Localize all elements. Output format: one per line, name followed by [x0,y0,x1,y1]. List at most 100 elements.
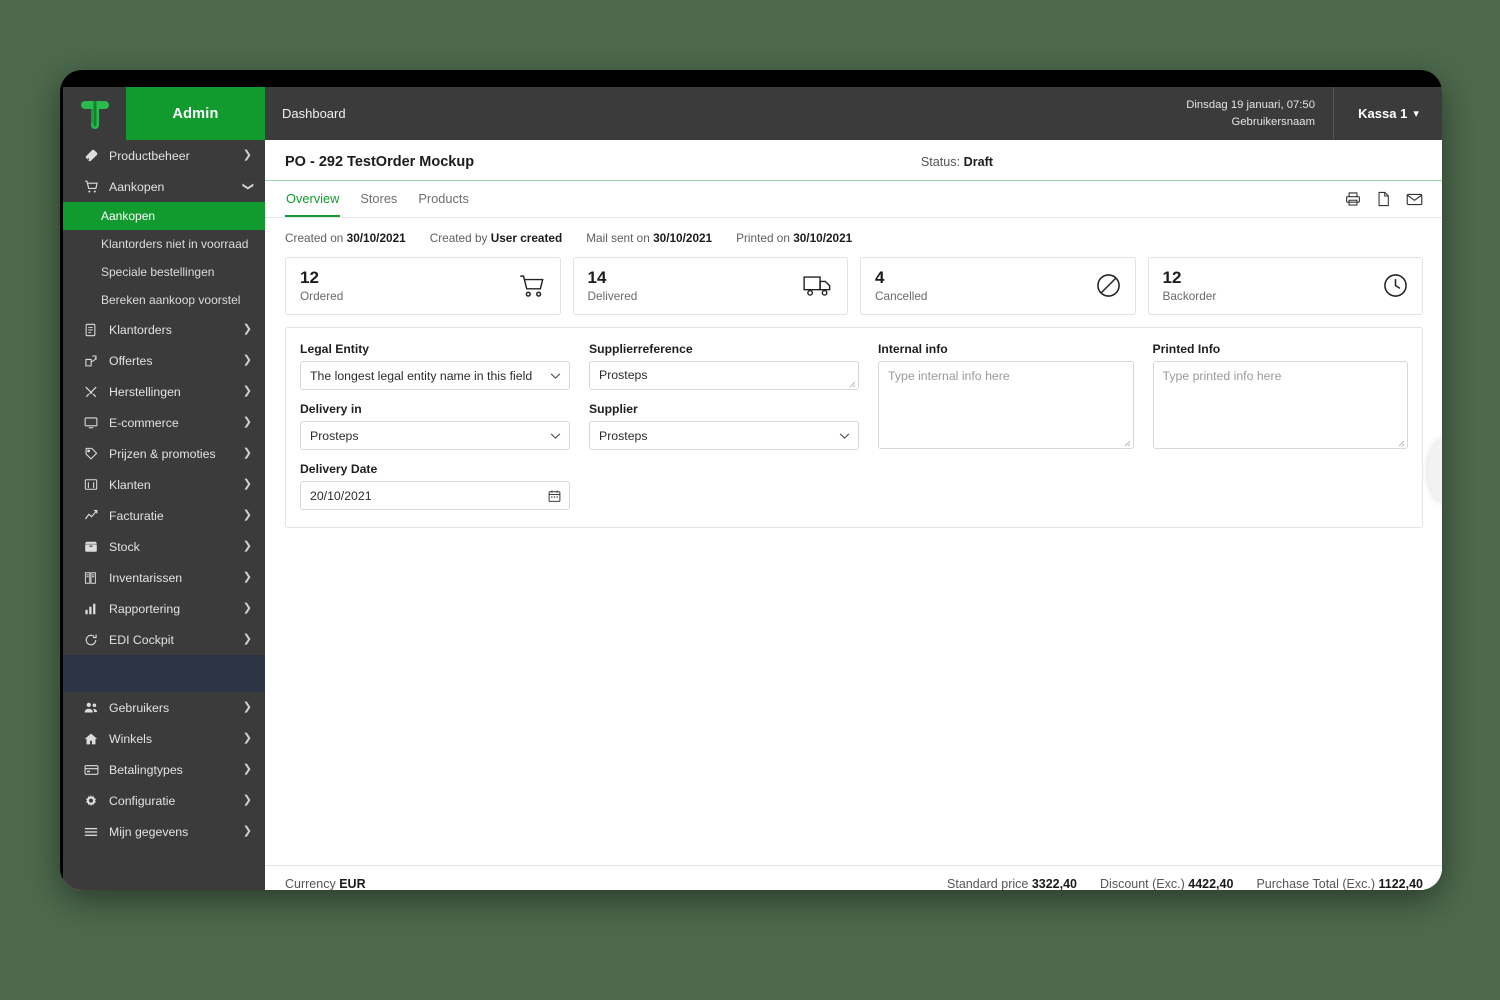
document-icon[interactable] [1376,191,1391,207]
clipboard-icon [84,323,103,337]
username-text: Gebruikersnaam [1231,115,1315,128]
chart-icon [84,509,103,523]
sidebar-item-rapportering[interactable]: Rapportering ❯ [63,593,265,624]
sidebar-item-edi-cockpit[interactable]: EDI Cockpit ❯ [63,624,265,655]
sidebar-item-label: Inventarissen [109,570,183,585]
print-icon[interactable] [1345,191,1361,207]
delivery-date-input[interactable]: 20/10/2021 [300,481,570,511]
chevron-right-icon: ❯ [242,602,252,614]
sidebar-subitem-label: Bereken aankoop voorstel [101,293,241,307]
sidebar-item-label: Rapportering [109,601,181,616]
chevron-right-icon: ❯ [242,540,252,552]
chevron-right-icon: ❯ [242,794,252,806]
total-value: 1122,40 [1378,877,1424,890]
meta-created-on: Created on 30/10/2021 [285,231,406,245]
field-label: Supplierreference [589,342,693,357]
sidebar-item-offertes[interactable]: Offertes ❯ [63,345,265,376]
field-internal-info: Internal info Type internal info here [878,342,1134,450]
sidebar-item-facturatie[interactable]: Facturatie ❯ [63,500,265,531]
register-label: Kassa 1 [1358,106,1408,121]
sidebar-item-mijn-gegevens[interactable]: Mijn gegevens ❯ [63,816,265,847]
sidebar-item-productbeheer[interactable]: Productbeheer ❯ [63,140,265,171]
sidebar-item-inventarissen[interactable]: Inventarissen ❯ [63,562,265,593]
total-value: 3322,40 [1031,877,1078,890]
field-legal-entity: Legal Entity The longest legal entity na… [300,342,570,391]
sidebar-item-label: Configuratie [109,793,176,808]
sidebar-item-label: Aankopen [109,179,165,194]
currency-block: Currency EUR [285,877,366,890]
sidebar-item-configuratie[interactable]: Configuratie ❯ [63,785,265,816]
gear-icon [84,794,103,808]
list-icon [84,826,103,838]
internal-info-textarea[interactable]: Type internal info here [878,361,1134,450]
refresh-icon [84,633,103,647]
sidebar-item-gebruikers[interactable]: Gebruikers ❯ [63,692,265,723]
sidebar-item-betalingtypes[interactable]: Betalingtypes ❯ [63,754,265,785]
meta-value: 30/10/2021 [653,231,713,245]
ban-icon [1096,273,1121,298]
sidebar-item-label: Facturatie [109,508,164,523]
summary-bar: Currency EUR Standard price 3322,40 Disc… [265,865,1442,890]
clock-icon [1383,273,1408,298]
side-panel-handle[interactable] [1428,440,1442,502]
sidebar-item-stock[interactable]: Stock ❯ [63,531,265,562]
tab-overview[interactable]: Overview [285,181,341,217]
sidebar-item-klantorders[interactable]: Klantorders ❯ [63,314,265,345]
sidebar-item-label: Herstellingen [109,384,181,399]
tab-products[interactable]: Products [417,181,470,217]
tabs-row: Overview Stores Products [265,181,1442,218]
stat-text: 14 Delivered [588,268,638,303]
sidebar-item-e-commerce[interactable]: E-commerce ❯ [63,407,265,438]
cart-icon [84,180,103,194]
sidebar-item-winkels[interactable]: Winkels ❯ [63,723,265,754]
resize-grip-icon[interactable] [1397,439,1405,447]
supplier-reference-textarea[interactable]: Prosteps [589,361,859,391]
dashboard-link[interactable]: Dashboard [265,87,363,140]
register-selector[interactable]: Kassa 1 ▾ [1333,87,1442,140]
sidebar-brand-row: Admin [63,87,265,140]
sidebar-item-aankopen[interactable]: Aankopen ❯ [63,171,265,202]
sidebar-item-herstellingen[interactable]: Herstellingen ❯ [63,376,265,407]
main-area: Dashboard Dinsdag 19 januari, 07:50 Gebr… [265,87,1442,890]
top-bar: Dashboard Dinsdag 19 januari, 07:50 Gebr… [265,87,1442,140]
tab-stores[interactable]: Stores [359,181,398,217]
sidebar-subitem-klantorders-niet-in-voorraad[interactable]: Klantorders niet in voorraad [63,230,265,258]
sidebar-item-prijzen-promoties[interactable]: Prijzen & promoties ❯ [63,438,265,469]
sidebar-subitem-bereken-aankoop-voorstel[interactable]: Bereken aankoop voorstel [63,286,265,314]
device-frame: Admin Productbeheer ❯ Aankopen ❯ Aankope… [60,70,1442,890]
sidebar-subitem-label: Aankopen [101,209,156,223]
resize-grip-icon[interactable] [848,380,856,388]
field-label: Delivery in [300,402,362,417]
legal-entity-select[interactable]: The longest legal entity name in this fi… [300,361,570,391]
users-icon [84,701,103,714]
resize-grip-icon[interactable] [1123,439,1131,447]
supplier-select[interactable]: Prosteps [589,421,859,451]
form-column-4: Printed Info Type printed info here [1152,342,1408,510]
chevron-right-icon: ❯ [242,149,252,161]
sidebar-item-klanten[interactable]: Klanten ❯ [63,469,265,500]
total-standard-price: Standard price 3322,40 [947,877,1077,890]
delivery-in-select[interactable]: Prosteps [300,421,570,451]
printed-info-textarea[interactable]: Type printed info here [1152,361,1408,450]
sidebar-item-label: Mijn gegevens [109,824,189,839]
sidebar-subitem-speciale-bestellingen[interactable]: Speciale bestellingen [63,258,265,286]
form-column-2: Supplierreference Prosteps Supplier Pros… [589,342,859,510]
stat-text: 12 Ordered [300,268,343,303]
sidebar-subitem-aankopen[interactable]: Aankopen [63,202,265,230]
card-icon [84,764,103,776]
status-label: Status: [920,155,961,169]
currency-label: Currency [285,877,336,890]
stats-row: 12 Ordered 14 Delivered 4 Cancelled 12 B… [265,251,1442,316]
delivery-date-value: 20/10/2021 [310,488,372,503]
chevron-right-icon: ❯ [242,385,252,397]
chevron-right-icon: ❯ [242,354,252,366]
mail-icon[interactable] [1406,192,1423,207]
stat-value: 4 [875,268,885,287]
dashboard-label: Dashboard [282,106,346,121]
stat-card-delivered: 14 Delivered [572,257,848,316]
bars-icon [84,602,103,616]
books-icon [84,571,103,585]
meta-mail-sent-on: Mail sent on 30/10/2021 [586,231,712,245]
admin-button[interactable]: Admin [126,87,265,140]
